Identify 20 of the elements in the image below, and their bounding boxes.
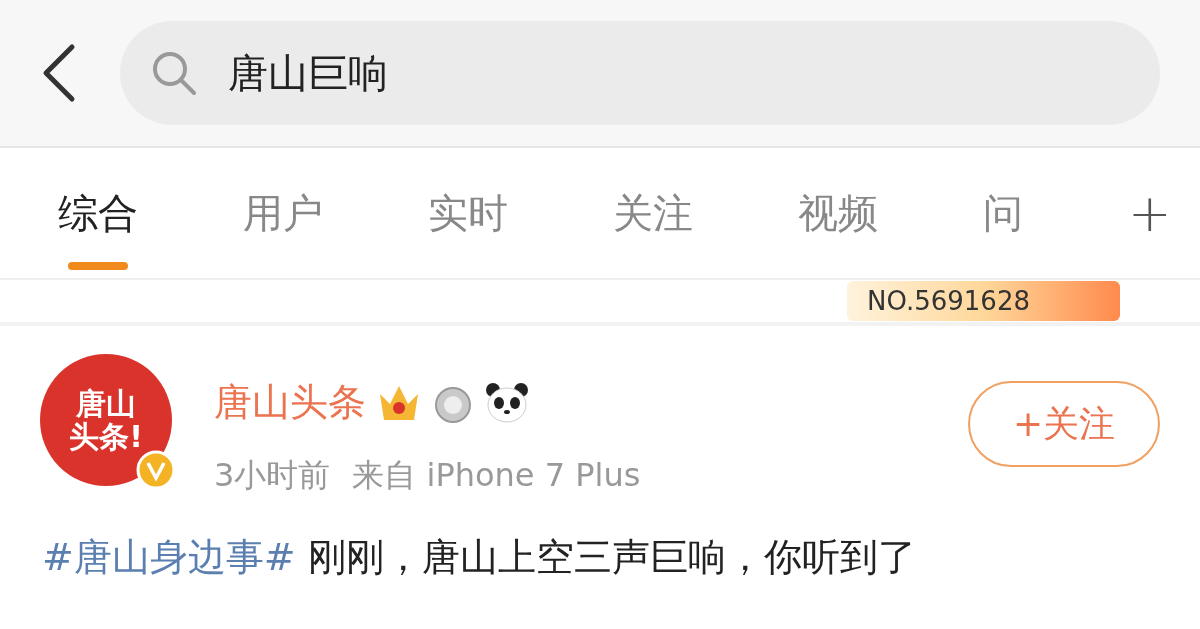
rank-badge: NO.5691628 xyxy=(847,281,1120,321)
tab[interactable]: 综合 xyxy=(58,148,138,278)
author-name[interactable]: 唐山头条 xyxy=(214,374,366,431)
post-source: 来自 iPhone 7 Plus xyxy=(352,455,641,496)
tab[interactable]: 关注 xyxy=(613,148,693,278)
add-tab-button[interactable]: + xyxy=(1128,174,1172,252)
post-text: #唐山身边事# 刚刚，唐山上空三声巨响，你听到了 xyxy=(42,534,917,581)
panda-icon xyxy=(484,380,530,425)
post-time: 3小时前 xyxy=(214,455,331,496)
tab[interactable]: 用户 xyxy=(243,148,323,278)
search-icon xyxy=(150,49,198,97)
search-query: 唐山巨响 xyxy=(228,49,388,98)
tab[interactable]: 问 xyxy=(983,148,1023,278)
follow-button[interactable]: +关注 xyxy=(968,381,1160,467)
verified-icon xyxy=(136,450,176,490)
tab[interactable]: 视频 xyxy=(798,148,878,278)
tab[interactable]: 实时 xyxy=(428,148,508,278)
avatar[interactable]: 唐山头条! xyxy=(40,354,172,486)
avatar-logo-text: 唐山头条! xyxy=(68,387,144,453)
search-field[interactable]: 唐山巨响 xyxy=(120,21,1160,125)
